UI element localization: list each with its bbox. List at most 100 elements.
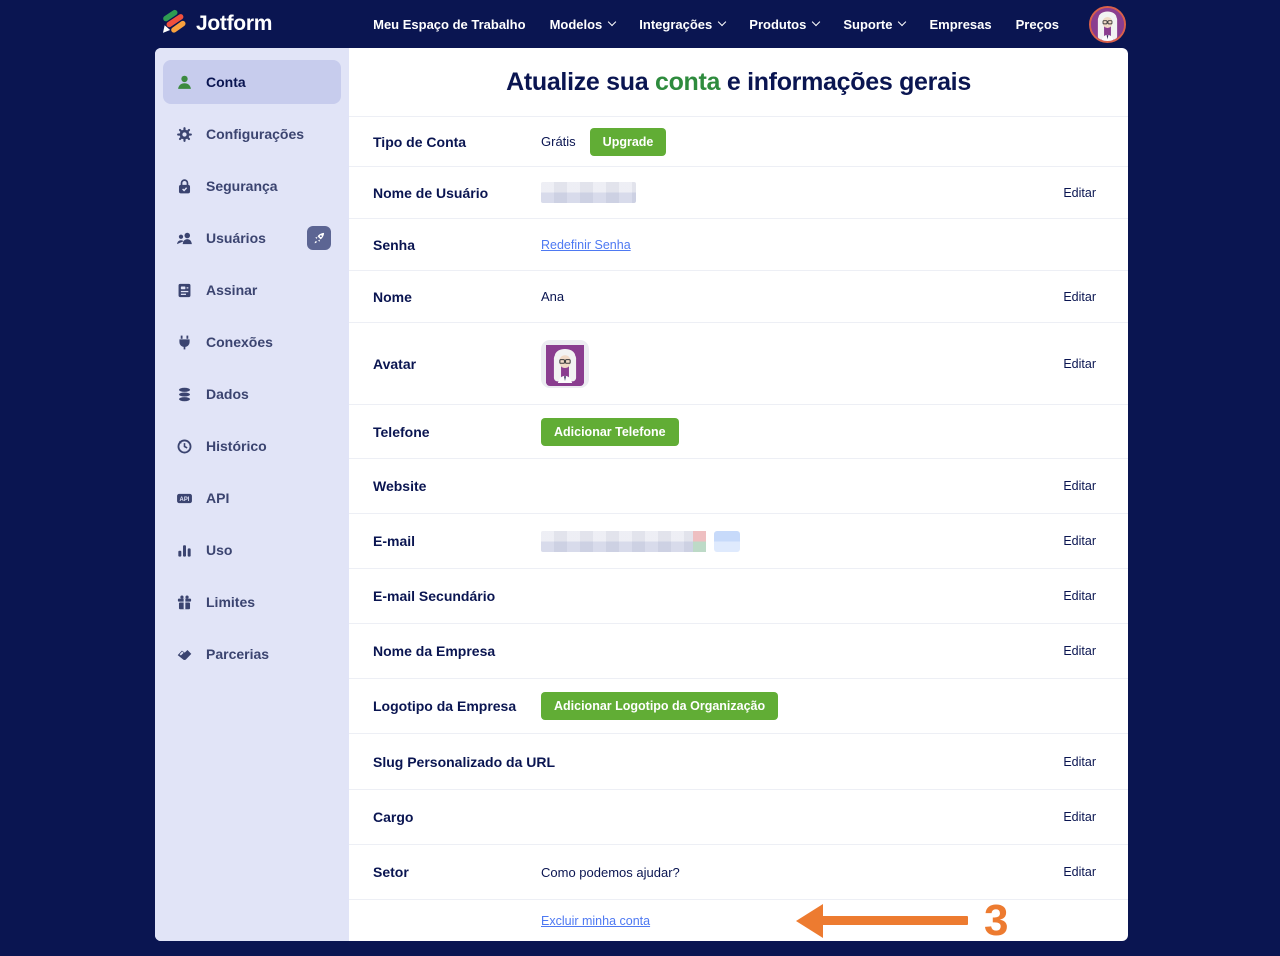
upgrade-button[interactable]: Upgrade	[590, 128, 667, 156]
edit-avatar-link[interactable]: Editar	[1063, 357, 1128, 371]
redacted-username	[541, 182, 636, 203]
sidebar-item-settings[interactable]: Configurações	[163, 112, 341, 156]
nav-my-workspace[interactable]: Meu Espaço de Trabalho	[373, 17, 525, 32]
settings-sidebar: Conta Configurações	[155, 48, 349, 941]
row-url-slug: Slug Personalizado da URL Editar	[349, 733, 1128, 789]
user-icon	[176, 74, 193, 91]
add-company-logo-button[interactable]: Adicionar Logotipo da Organização	[541, 692, 778, 720]
edit-industry-link[interactable]: Editar	[1063, 865, 1128, 879]
sidebar-item-label: Configurações	[206, 126, 331, 142]
sidebar-item-connections[interactable]: Conexões	[163, 320, 341, 364]
chevron-down-icon	[812, 18, 820, 26]
page-title-highlight: conta	[655, 68, 720, 96]
row-label: E-mail	[373, 533, 541, 549]
avatar-image[interactable]	[541, 340, 589, 388]
row-label: Tipo de Conta	[373, 134, 541, 150]
row-password: Senha Redefinir Senha	[349, 218, 1128, 270]
row-label: Website	[373, 478, 541, 494]
row-label: Setor	[373, 864, 541, 880]
row-job-title: Cargo Editar	[349, 789, 1128, 844]
chevron-down-icon	[608, 18, 616, 26]
sidebar-item-sign[interactable]: Assinar	[163, 268, 341, 312]
settings-rows: Tipo de Conta Grátis Upgrade Nome de Usu…	[349, 116, 1128, 941]
plug-icon	[176, 334, 193, 351]
bar-chart-icon	[176, 542, 193, 559]
settings-card: Conta Configurações	[155, 48, 1128, 941]
svg-text:API: API	[180, 496, 190, 502]
edit-name-link[interactable]: Editar	[1063, 290, 1128, 304]
name-value: Ana	[541, 289, 564, 304]
row-label: E-mail Secundário	[373, 588, 541, 604]
sidebar-item-users[interactable]: Usuários	[163, 216, 341, 260]
row-label: Nome de Usuário	[373, 185, 541, 201]
jotform-logo-icon	[160, 8, 187, 40]
row-delete-account: Excluir minha conta 3	[349, 899, 1128, 941]
brand-name: Jotform	[196, 12, 272, 36]
row-label: Slug Personalizado da URL	[373, 754, 633, 770]
users-icon	[176, 230, 193, 247]
edit-job-title-link[interactable]: Editar	[1063, 810, 1128, 824]
edit-email-link[interactable]: Editar	[1063, 534, 1128, 548]
nav-integrations[interactable]: Integrações	[639, 17, 725, 32]
sidebar-item-label: Uso	[206, 542, 331, 558]
row-label: Senha	[373, 237, 541, 253]
gear-icon	[176, 126, 193, 143]
edit-company-name-link[interactable]: Editar	[1063, 644, 1128, 658]
edit-url-slug-link[interactable]: Editar	[1063, 755, 1128, 769]
row-website: Website Editar	[349, 458, 1128, 513]
nav-enterprise[interactable]: Empresas	[929, 17, 991, 32]
annotation-number: 3	[984, 899, 1008, 942]
chevron-down-icon	[718, 18, 726, 26]
redacted-email-provider	[693, 531, 706, 552]
nav-support[interactable]: Suporte	[843, 17, 905, 32]
edit-website-link[interactable]: Editar	[1063, 479, 1128, 493]
row-label: Logotipo da Empresa	[373, 698, 541, 714]
sidebar-item-account[interactable]: Conta	[163, 60, 341, 104]
api-icon: API	[176, 490, 193, 507]
row-label: Telefone	[373, 424, 541, 440]
account-type-value: Grátis	[541, 134, 576, 149]
chevron-down-icon	[898, 18, 906, 26]
row-name: Nome Ana Editar	[349, 270, 1128, 322]
sidebar-item-limits[interactable]: Limites	[163, 580, 341, 624]
sidebar-item-label: Limites	[206, 594, 331, 610]
delete-account-link[interactable]: Excluir minha conta	[541, 914, 650, 928]
arrow-left-icon	[796, 904, 823, 938]
nav-templates[interactable]: Modelos	[550, 17, 616, 32]
row-email: E-mail Editar	[349, 513, 1128, 568]
page-header: Atualize sua conta e informações gerais	[349, 48, 1128, 116]
jotform-logo[interactable]: Jotform	[0, 8, 272, 40]
redacted-email	[541, 531, 693, 552]
row-label: Nome da Empresa	[373, 643, 541, 659]
user-avatar[interactable]	[1089, 6, 1126, 43]
annotation-arrow: 3	[796, 899, 1008, 942]
edit-secondary-email-link[interactable]: Editar	[1063, 589, 1128, 603]
edit-username-link[interactable]: Editar	[1063, 186, 1128, 200]
sidebar-item-api[interactable]: API API	[163, 476, 341, 520]
sidebar-item-security[interactable]: Segurança	[163, 164, 341, 208]
row-company-logo: Logotipo da Empresa Adicionar Logotipo d…	[349, 678, 1128, 733]
rocket-icon	[307, 226, 331, 250]
sidebar-item-usage[interactable]: Uso	[163, 528, 341, 572]
page-title: Atualize sua conta e informações gerais	[506, 68, 971, 97]
add-phone-button[interactable]: Adicionar Telefone	[541, 418, 679, 446]
top-nav-menu: Meu Espaço de Trabalho Modelos Integraçõ…	[373, 6, 1280, 43]
row-phone: Telefone Adicionar Telefone	[349, 404, 1128, 458]
reset-password-link[interactable]: Redefinir Senha	[541, 238, 631, 252]
sidebar-item-history[interactable]: Histórico	[163, 424, 341, 468]
database-icon	[176, 386, 193, 403]
nav-pricing[interactable]: Preços	[1016, 17, 1059, 32]
history-clock-icon	[176, 438, 193, 455]
account-settings-main: Atualize sua conta e informações gerais …	[349, 48, 1128, 941]
row-username: Nome de Usuário Editar	[349, 166, 1128, 218]
row-secondary-email: E-mail Secundário Editar	[349, 568, 1128, 623]
redacted-email-badge	[714, 531, 740, 552]
sidebar-item-partnerships[interactable]: Parcerias	[163, 632, 341, 676]
sidebar-item-label: Conta	[206, 74, 331, 90]
row-label: Cargo	[373, 809, 541, 825]
nav-products[interactable]: Produtos	[749, 17, 819, 32]
sidebar-item-label: API	[206, 490, 331, 506]
sidebar-item-data[interactable]: Dados	[163, 372, 341, 416]
row-account-type: Tipo de Conta Grátis Upgrade	[349, 116, 1128, 166]
handshake-icon	[176, 646, 193, 663]
